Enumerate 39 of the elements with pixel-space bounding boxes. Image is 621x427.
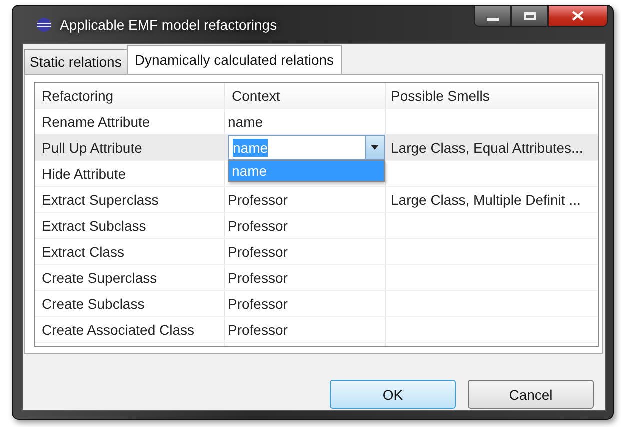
close-button[interactable]	[548, 6, 608, 27]
table-cell: Professor	[228, 270, 288, 286]
table-cell: Hide Attribute	[42, 166, 126, 182]
table-cell: Create Superclass	[42, 270, 158, 286]
close-icon	[572, 11, 584, 21]
table-row[interactable]: Extract Superclass Professor Large Class, Multiple Definit ...	[35, 187, 598, 213]
globe-icon	[36, 16, 52, 32]
table-cell: Extract Subclass	[42, 218, 146, 234]
column-header[interactable]: Possible Smells	[386, 83, 598, 108]
table-row[interactable]: Create Superclass Professor	[35, 265, 598, 291]
column-header[interactable]: Context	[225, 83, 386, 108]
table-cell: Create Associated Class	[42, 322, 195, 338]
table-cell: Professor	[228, 218, 288, 234]
window-title: Applicable EMF model refactorings	[60, 16, 278, 32]
table-cell: Rename Attribute	[42, 114, 150, 130]
table-cell: Professor	[228, 322, 288, 338]
table-cell: Extract Class	[42, 244, 124, 260]
table-row[interactable]: Extract Subclass Professor	[35, 213, 598, 239]
table-cell: Professor	[228, 244, 288, 260]
table-row[interactable]: Create Associated Class Professor	[35, 317, 598, 343]
column-header[interactable]: Refactoring	[35, 83, 225, 108]
table-row[interactable]: Extract Class Professor	[35, 239, 598, 265]
table-cell: Pull Up Attribute	[42, 140, 142, 156]
table-row[interactable]: Create Subclass Professor	[35, 291, 598, 317]
maximize-button[interactable]	[511, 6, 548, 27]
minimize-button[interactable]	[474, 6, 511, 27]
tab[interactable]: Dynamically calculated relations	[126, 45, 342, 74]
table-cell: Extract Superclass	[42, 192, 159, 208]
table-cell: name	[228, 114, 264, 130]
tab[interactable]: Static relations	[24, 49, 128, 74]
ok-button[interactable]: OK	[330, 380, 456, 409]
caret-icon	[371, 145, 379, 150]
dropdown-button[interactable]	[365, 136, 384, 159]
table-cell: Create Subclass	[42, 296, 145, 312]
table-cell: Professor	[228, 296, 288, 312]
table-cell: Large Class, Equal Attributes...	[391, 140, 584, 156]
table-cell: Professor	[228, 192, 288, 208]
table-cell: Large Class, Multiple Definit ...	[391, 192, 581, 208]
cancel-button[interactable]: Cancel	[468, 380, 594, 409]
